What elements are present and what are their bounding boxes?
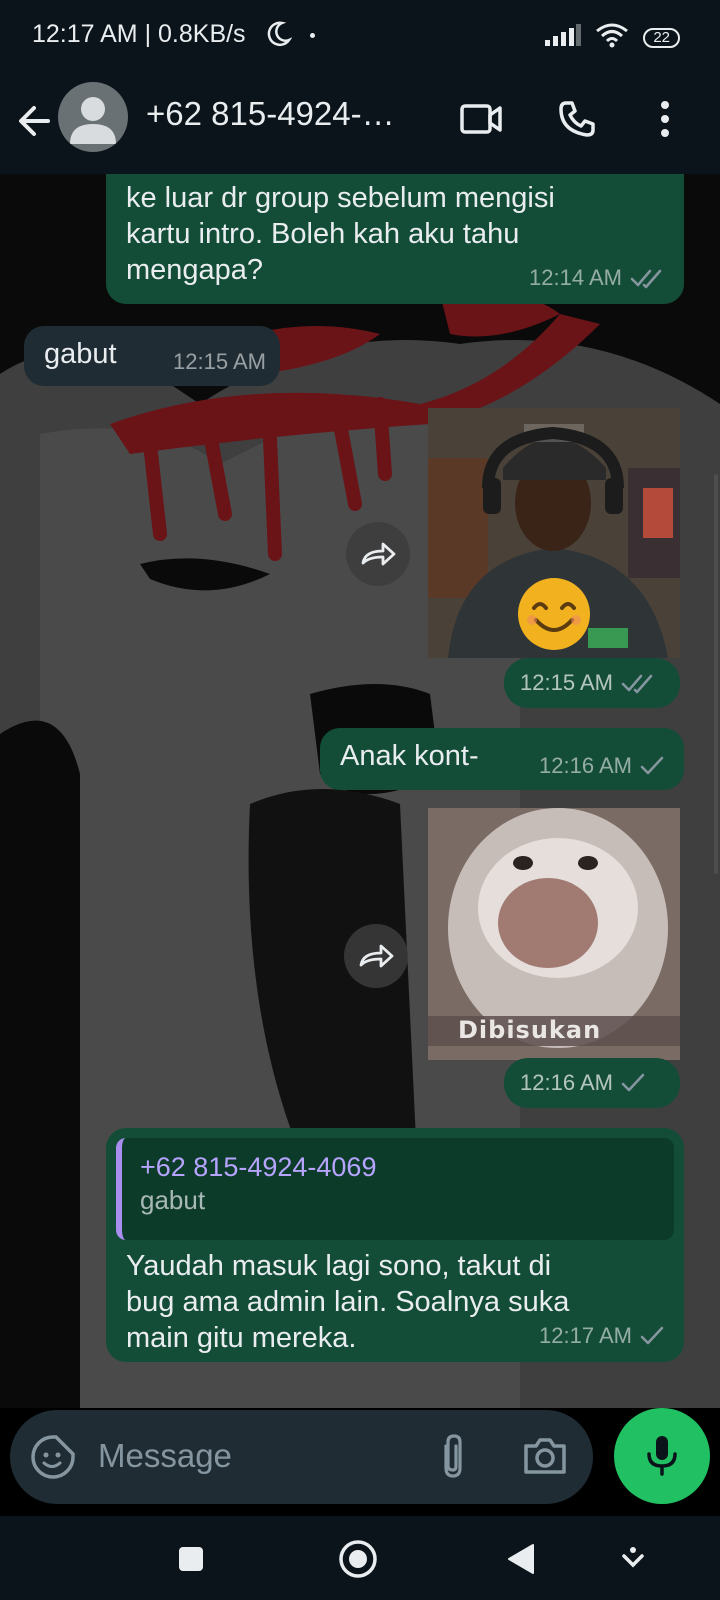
dot-icon (310, 33, 315, 38)
voice-call-button[interactable] (552, 94, 602, 144)
message-text-line: main gitu mereka. (126, 1322, 357, 1354)
voice-message-button[interactable] (614, 1408, 710, 1504)
message-meta: 12:16 AM (539, 748, 664, 784)
status-time-speed: 12:17 AM | 0.8KB/s (32, 20, 246, 48)
quoted-message[interactable]: +62 815-4924-4069 gabut (116, 1138, 674, 1240)
quoted-author: +62 815-4924-4069 (140, 1152, 377, 1182)
message-text-line: kartu intro. Boleh kah aku tahu (126, 218, 520, 250)
battery-indicator: 22 (643, 27, 680, 48)
quoted-text: gabut (140, 1185, 206, 1215)
image-timestamp: 12:16 AM (504, 1058, 680, 1108)
message-input-bar[interactable] (10, 1410, 593, 1504)
message-bubble-outgoing[interactable]: Anak kont- 12:16 AM (320, 728, 684, 790)
chevron-down-icon (622, 1547, 644, 1568)
smiling-emoji-icon (518, 578, 590, 650)
message-time: 12:15 AM (173, 349, 266, 374)
chat-messages-area[interactable]: ke luar dr group sebelum mengisi kartu i… (0, 174, 720, 1408)
back-nav-button[interactable] (496, 1534, 546, 1584)
chat-header: +62 815-4924-… (0, 70, 720, 174)
wifi-icon (595, 22, 629, 53)
forward-button[interactable] (346, 522, 410, 586)
nav-menu-button[interactable] (608, 1534, 658, 1584)
message-text: Anak kont- (340, 740, 479, 772)
message-time: 12:14 AM (529, 265, 622, 290)
image-caption-overlay: Dibisukan (458, 1016, 602, 1044)
camera-icon (524, 1438, 566, 1474)
message-meta: 12:14 AM (529, 260, 664, 296)
phone-icon (559, 101, 595, 137)
more-vert-icon (661, 101, 669, 137)
camera-button[interactable] (522, 1434, 568, 1478)
square-icon (179, 1547, 203, 1571)
message-time: 12:16 AM (539, 753, 632, 778)
triangle-back-icon (508, 1544, 534, 1574)
image-message[interactable]: Dibisukan (428, 808, 680, 1060)
double-check-icon (621, 674, 653, 694)
mic-icon (647, 1436, 677, 1476)
image-timestamp: 12:15 AM (504, 658, 680, 708)
message-meta: 12:15 AM (173, 344, 266, 380)
contact-avatar[interactable] (58, 82, 128, 152)
message-bubble-outgoing[interactable]: ke luar dr group sebelum mengisi kartu i… (106, 174, 684, 304)
chat-scrollbar[interactable] (714, 474, 718, 874)
single-check-icon (640, 1326, 664, 1345)
avatar-icon (70, 97, 116, 144)
moon-icon (266, 20, 293, 53)
reply-text: Yaudah masuk lagi sono, takut di bug ama… (126, 1248, 569, 1356)
image-message[interactable] (428, 408, 680, 658)
message-text-line: bug ama admin lain. Soalnya suka (126, 1286, 570, 1318)
message-text-line: Yaudah masuk lagi sono, takut di (126, 1250, 552, 1282)
system-nav-bar (0, 1516, 720, 1600)
message-meta: 12:17 AM (539, 1318, 664, 1354)
status-bar: 12:17 AM | 0.8KB/s 22 (0, 0, 720, 70)
forward-icon (359, 944, 394, 968)
home-button[interactable] (333, 1534, 383, 1584)
message-text: gabut (44, 338, 117, 370)
signal-icon (545, 24, 582, 51)
message-time: 12:16 AM (520, 1070, 613, 1095)
single-check-icon (640, 756, 664, 775)
recents-button[interactable] (166, 1534, 216, 1584)
message-text-line: ke luar dr group sebelum mengisi (126, 182, 555, 214)
message-bubble-incoming[interactable]: gabut 12:15 AM (24, 326, 280, 386)
message-input[interactable] (98, 1432, 398, 1480)
message-time: 12:17 AM (539, 1323, 632, 1348)
video-call-button[interactable] (456, 94, 506, 144)
message-time: 12:15 AM (520, 670, 613, 695)
forward-icon (361, 542, 396, 566)
emoji-button[interactable] (30, 1434, 76, 1480)
circle-icon (339, 1540, 377, 1578)
message-composer (0, 1408, 720, 1516)
attach-button[interactable] (434, 1432, 472, 1482)
back-arrow-icon (19, 106, 50, 136)
more-options-button[interactable] (640, 94, 690, 144)
video-call-icon (460, 104, 502, 134)
message-bubble-reply[interactable]: +62 815-4924-4069 gabut Yaudah masuk lag… (106, 1128, 684, 1362)
contact-name[interactable]: +62 815-4924-… (146, 95, 426, 133)
forward-button[interactable] (344, 924, 408, 988)
back-button[interactable] (12, 98, 58, 144)
emoji-sticker-icon (31, 1435, 75, 1479)
attach-icon (444, 1434, 462, 1478)
single-check-icon (621, 1073, 645, 1092)
double-check-icon (630, 269, 662, 289)
